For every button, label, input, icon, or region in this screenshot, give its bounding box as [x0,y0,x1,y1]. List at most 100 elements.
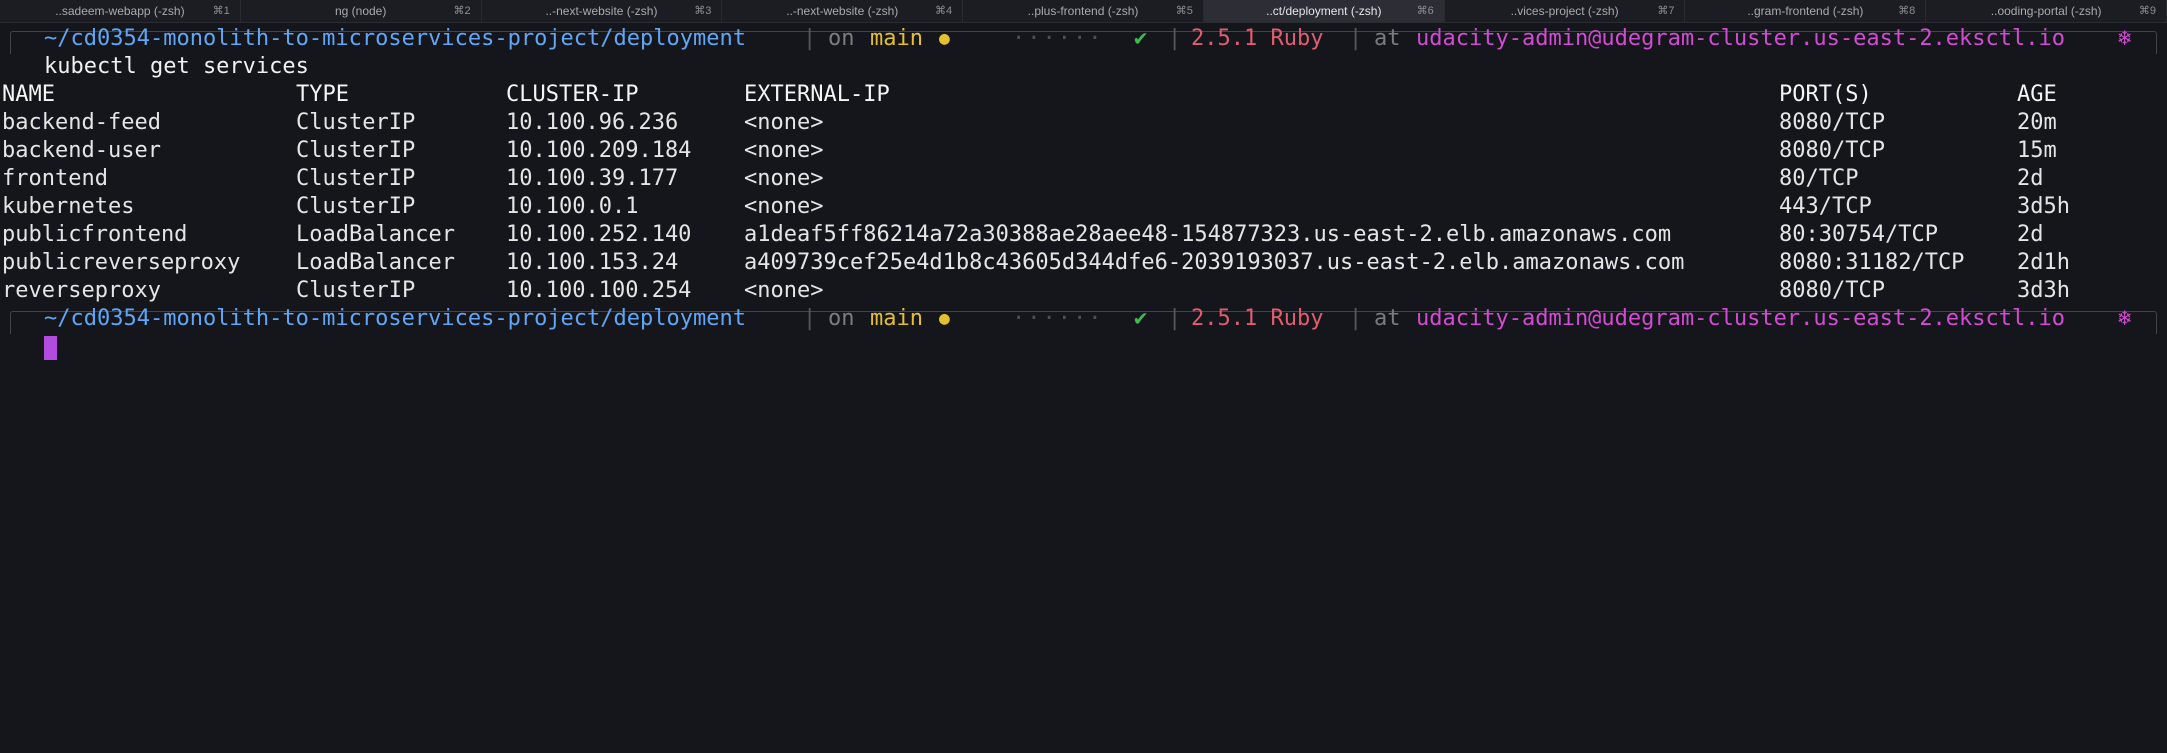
prompt-separator: | [1168,306,1182,331]
tab-shortcut: ⌘2 [453,5,471,17]
cell-external-ip: <none> [744,194,824,219]
tab-shortcut: ⌘4 [935,5,953,17]
tab-shortcut: ⌘7 [1657,5,1675,17]
git-branch: main [870,306,923,331]
tab-9[interactable]: ..ooding-portal (-zsh) ⌘9 [1926,0,2167,22]
header-type: TYPE [296,82,349,107]
tab-title: ..vices-project (-zsh) [1510,4,1619,18]
tab-6-active[interactable]: ..ct/deployment (-zsh) ⌘6 [1203,0,1445,22]
cell-type: LoadBalancer [296,222,455,247]
prompt-at: at [1374,306,1401,331]
tab-shortcut: ⌘1 [212,5,230,17]
header-name: NAME [2,82,55,107]
prompt-separator: | [1349,306,1363,331]
prompt-separator: | [1168,26,1182,51]
cell-name: frontend [2,166,108,191]
header-ports: PORT(S) [1779,82,1872,107]
prompt-separator: | [803,26,817,51]
cell-name: backend-user [2,138,161,163]
tab-shortcut: ⌘5 [1175,5,1193,17]
tab-title: ..plus-frontend (-zsh) [1027,4,1139,18]
tab-shortcut: ⌘8 [1898,5,1916,17]
prompt-filler: ······ [1012,306,1104,331]
prompt-on: on [828,26,855,51]
header-age: AGE [2017,82,2057,107]
cell-type: ClusterIP [296,166,416,191]
tab-bar: ..sadeem-webapp (-zsh) ⌘1 ng (node) ⌘2 ..-… [0,0,2167,23]
tab-7[interactable]: ..vices-project (-zsh) ⌘7 [1445,0,1686,22]
cell-ports: 80/TCP [1779,166,1859,191]
prompt-filler: ······ [1012,26,1104,51]
ruby-version: 2.5.1 Ruby [1191,306,1324,331]
cell-external-ip: <none> [744,110,824,135]
prompt-separator: | [803,306,817,331]
cell-age: 15m [2017,138,2057,163]
table-row: reverseproxy ClusterIP 10.100.100.254 <n… [0,277,2167,305]
cell-type: ClusterIP [296,138,416,163]
ruby-version: 2.5.1 Ruby [1191,26,1324,51]
tab-title: ng (node) [334,4,387,18]
tab-5[interactable]: ..plus-frontend (-zsh) ⌘5 [963,0,1204,22]
prompt-path: ~/cd0354-monolith-to-microservices-proje… [44,26,746,51]
command-line: kubectl get services [0,53,2167,81]
cell-name: backend-feed [2,110,161,135]
cell-ports: 8080/TCP [1779,110,1885,135]
kube-context: udacity-admin@udegram-cluster.us-east-2.… [1416,306,2066,331]
cell-external-ip: <none> [744,138,824,163]
kubernetes-icon: ❄ [2118,26,2132,51]
tab-title: ..-next-website (-zsh) [545,4,658,18]
success-check-icon: ✔ [1134,26,1148,51]
tab-4[interactable]: ..-next-website (-zsh) ⌘4 [722,0,964,22]
kube-context: udacity-admin@udegram-cluster.us-east-2.… [1416,26,2066,51]
tab-3[interactable]: ..-next-website (-zsh) ⌘3 [482,0,723,22]
cell-external-ip: <none> [744,278,824,303]
cell-external-ip: <none> [744,166,824,191]
table-row: frontend ClusterIP 10.100.39.177 <none> … [0,165,2167,193]
prompt-at: at [1374,26,1401,51]
kubernetes-icon: ❄ [2118,306,2132,331]
cell-ports: 8080/TCP [1779,278,1885,303]
cell-type: LoadBalancer [296,250,455,275]
cell-type: ClusterIP [296,110,416,135]
tab-8[interactable]: ..gram-frontend (-zsh) ⌘8 [1685,0,1927,22]
cell-cluster-ip: 10.100.209.184 [506,138,692,163]
table-row: publicfrontend LoadBalancer 10.100.252.1… [0,221,2167,249]
tab-2[interactable]: ng (node) ⌘2 [241,0,482,22]
tab-title: ..-next-website (-zsh) [786,4,899,18]
prompt-on: on [828,306,855,331]
header-cluster-ip: CLUSTER-IP [506,82,639,107]
cell-cluster-ip: 10.100.100.254 [506,278,692,303]
cell-name: publicfrontend [2,222,188,247]
cell-name: publicreverseproxy [2,250,241,275]
terminal-cursor[interactable] [44,336,57,360]
table-row: kubernetes ClusterIP 10.100.0.1 <none> 4… [0,193,2167,221]
cell-age: 3d5h [2017,194,2070,219]
prompt-path: ~/cd0354-monolith-to-microservices-proje… [44,306,746,331]
cell-age: 3d3h [2017,278,2070,303]
cell-ports: 443/TCP [1779,194,1872,219]
cell-external-ip[interactable]: a1deaf5ff86214a72a30388ae28aee48-1548773… [744,221,1671,249]
git-dirty-dot-icon: ● [939,28,950,49]
tab-shortcut: ⌘9 [2138,5,2157,17]
cell-name: reverseproxy [2,278,161,303]
prompt-line: ~/cd0354-monolith-to-microservices-proje… [0,305,2167,334]
cell-ports: 8080:31182/TCP [1779,250,1965,275]
cell-cluster-ip: 10.100.252.140 [506,222,692,247]
success-check-icon: ✔ [1134,306,1148,331]
cell-age: 20m [2017,110,2057,135]
cell-type: ClusterIP [296,278,416,303]
prompt-separator: | [1349,26,1363,51]
terminal-output[interactable]: ~/cd0354-monolith-to-microservices-proje… [0,22,2167,490]
table-row: backend-user ClusterIP 10.100.209.184 <n… [0,137,2167,165]
cell-external-ip[interactable]: a409739cef25e4d1b8c43605d344dfe6-2039193… [744,249,1684,277]
tab-shortcut: ⌘6 [1416,5,1434,17]
cell-ports: 80:30754/TCP [1779,222,1938,247]
cell-age: 2d [2017,222,2044,247]
tab-1[interactable]: ..sadeem-webapp (-zsh) ⌘1 [0,0,241,22]
table-row: publicreverseproxy LoadBalancer 10.100.1… [0,249,2167,277]
cell-name: kubernetes [2,194,135,219]
cell-cluster-ip: 10.100.0.1 [506,194,639,219]
table-header: NAME TYPE CLUSTER-IP EXTERNAL-IP PORT(S)… [0,81,2167,109]
cell-cluster-ip: 10.100.39.177 [506,166,679,191]
command-text: kubectl get services [44,54,309,79]
